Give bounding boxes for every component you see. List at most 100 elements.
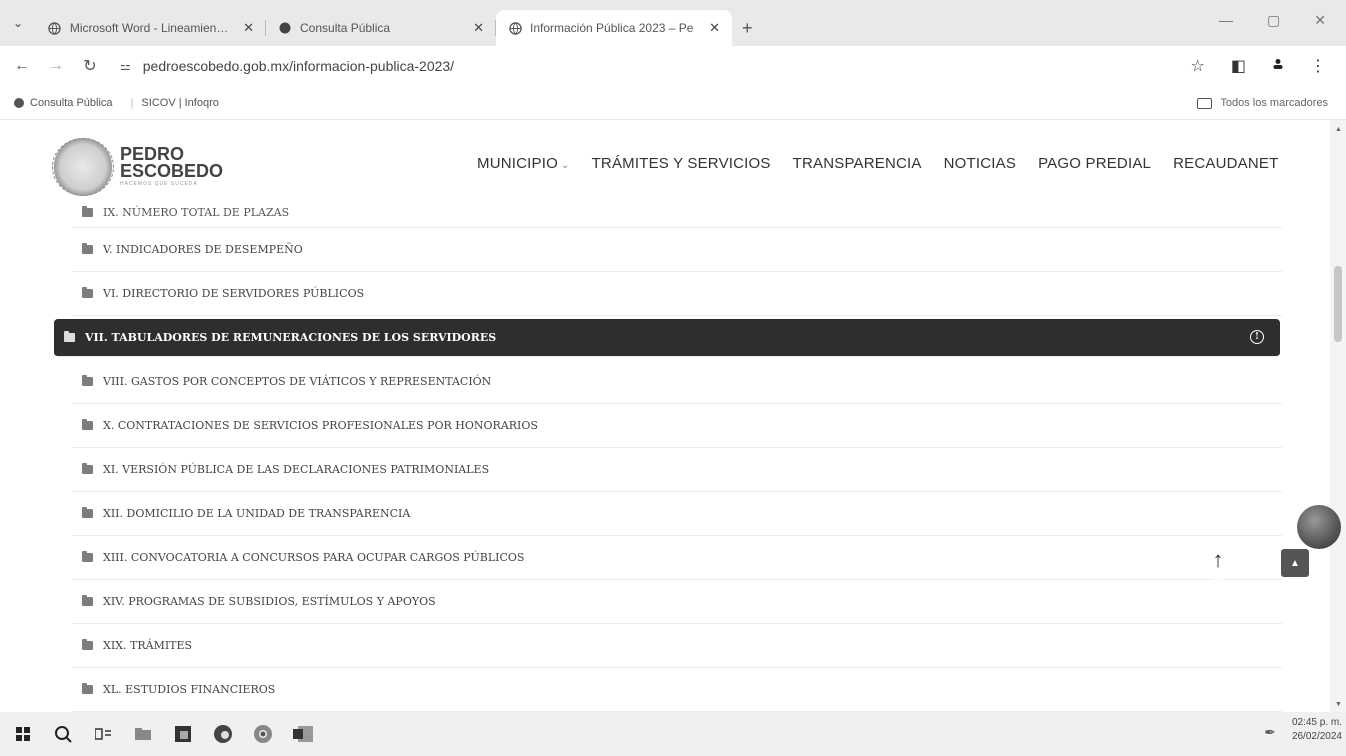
site-dot-icon — [278, 21, 292, 35]
profile-icon[interactable] — [1272, 57, 1284, 75]
municipal-seal-icon — [52, 138, 114, 196]
folder-icon — [82, 243, 93, 254]
toolbar-right: ☆ ◧ ⋮ — [1191, 46, 1326, 86]
bookmark-label: SICOV | Infoqro — [141, 96, 219, 109]
scroll-down-arrow-icon[interactable]: ▼ — [1335, 701, 1342, 708]
browser-tab-1[interactable]: Microsoft Word - Lineamiento_ ✕ — [36, 10, 266, 46]
chat-bubble-button[interactable] — [1297, 505, 1341, 549]
windows-start-icon[interactable] — [6, 712, 40, 756]
scrollbar-thumb[interactable] — [1334, 266, 1342, 342]
all-bookmarks-label: Todos los marcadores — [1220, 97, 1328, 109]
clock-date: 26/02/2024 — [1291, 731, 1342, 742]
browser-tab-2[interactable]: Consulta Pública ✕ — [266, 10, 496, 46]
window-close-icon[interactable]: ✕ — [1314, 12, 1326, 29]
site-dot-icon — [14, 97, 24, 108]
new-tab-plus-icon[interactable]: + — [732, 10, 763, 46]
folder-icon — [82, 375, 93, 386]
pen-tray-icon[interactable]: ✒ — [1264, 724, 1276, 741]
list-item[interactable]: IX. NÚMERO TOTAL DE PLAZAS — [72, 198, 1282, 228]
url-text: pedroescobedo.gob.mx/informacion-publica… — [142, 58, 455, 74]
menu-item-municipio[interactable]: MUNICIPIO ⌄ — [477, 155, 570, 172]
bookmark-label: Consulta Pública — [30, 96, 113, 109]
list-item[interactable]: XII. DOMICILIO DE LA UNIDAD DE TRANSPARE… — [72, 492, 1282, 536]
chevron-down-icon: ⌄ — [560, 159, 570, 171]
list-item-active[interactable]: VII. TABULADORES DE REMUNERACIONES DE LO… — [54, 319, 1280, 357]
minimize-icon[interactable]: — — [1219, 12, 1233, 28]
close-icon[interactable]: ✕ — [473, 20, 484, 36]
list-item[interactable]: V. INDICADORES DE DESEMPEÑO — [72, 228, 1282, 272]
list-item-label: XII. DOMICILIO DE LA UNIDAD DE TRANSPARE… — [103, 507, 411, 520]
folder-icon — [82, 463, 93, 474]
scroll-up-arrow-icon[interactable]: ▲ — [1335, 126, 1342, 133]
logo-tagline: HACEMOS QUE SUCEDA — [120, 181, 198, 187]
menu-item-noticias[interactable]: NOTICIAS — [944, 155, 1016, 172]
browser-tab-3[interactable]: Información Pública 2023 – Pe ✕ — [496, 10, 732, 46]
maximize-icon[interactable]: ▢ — [1267, 12, 1280, 29]
list-item[interactable]: XI. VERSIÓN PÚBLICA DE LAS DECLARACIONES… — [72, 448, 1282, 492]
list-item[interactable]: XIX. TRÁMITES — [72, 624, 1282, 668]
star-bookmark-icon[interactable]: ☆ — [1191, 56, 1205, 76]
menu-item-tramites[interactable]: TRÁMITES Y SERVICIOS — [592, 155, 771, 172]
list-item[interactable]: XIII. CONVOCATORIA A CONCURSOS PARA OCUP… — [72, 536, 1282, 580]
list-item-label: VIII. GASTOS POR CONCEPTOS DE VIÁTICOS Y… — [103, 375, 492, 388]
menu-label: MUNICIPIO — [477, 154, 558, 172]
site-settings-icon[interactable]: ⚍ — [120, 59, 131, 73]
folder-icon — [82, 595, 93, 606]
logo-text: PEDRO ESCOBEDO HACEMOS QUE SUCEDA — [120, 145, 223, 188]
task-view-icon[interactable] — [86, 712, 120, 756]
scroll-to-top-arrow-icon[interactable]: ↑ — [1198, 540, 1238, 580]
folder-icon — [82, 287, 93, 298]
search-icon[interactable] — [46, 712, 80, 756]
list-item[interactable]: X. CONTRATACIONES DE SERVICIOS PROFESION… — [72, 404, 1282, 448]
window-controls: — ▢ ✕ — [1219, 0, 1346, 40]
tab-search-dropdown-icon[interactable]: ⌄ — [0, 0, 36, 46]
forward-arrow-icon[interactable]: → — [44, 57, 68, 75]
folder-icon — [82, 683, 93, 694]
list-item-label: XL. ESTUDIOS FINANCIEROS — [103, 683, 276, 696]
list-item-label: XIX. TRÁMITES — [103, 639, 193, 652]
url-field[interactable]: ⚍ pedroescobedo.gob.mx/informacion-publi… — [120, 58, 454, 74]
edge-browser-icon[interactable] — [206, 712, 240, 756]
bookmarks-bar: Consulta Pública | SICOV | Infoqro Todos… — [0, 86, 1346, 120]
menu-item-transparencia[interactable]: TRANSPARENCIA — [793, 155, 922, 172]
back-arrow-icon[interactable]: ← — [10, 57, 34, 75]
bookmark-consulta-publica[interactable]: Consulta Pública — [14, 97, 113, 109]
all-bookmarks-button[interactable]: Todos los marcadores — [1197, 86, 1328, 120]
side-panel-icon[interactable]: ◧ — [1231, 56, 1246, 76]
menu-item-pago-predial[interactable]: PAGO PREDIAL — [1038, 155, 1151, 172]
folder-icon — [82, 551, 93, 562]
list-item-label: XIII. CONVOCATORIA A CONCURSOS PARA OCUP… — [103, 551, 525, 564]
word-app-icon[interactable] — [286, 712, 320, 756]
kebab-menu-icon[interactable]: ⋮ — [1310, 56, 1326, 76]
list-item[interactable]: VI. DIRECTORIO DE SERVIDORES PÚBLICOS — [72, 272, 1282, 316]
close-icon[interactable]: ✕ — [709, 20, 720, 36]
list-item[interactable]: XIV. PROGRAMAS DE SUBSIDIOS, ESTÍMULOS Y… — [72, 580, 1282, 624]
bookmark-sicov[interactable]: SICOV | Infoqro — [141, 97, 218, 109]
chrome-browser-icon[interactable] — [246, 712, 280, 756]
page-viewport: PEDRO ESCOBEDO HACEMOS QUE SUCEDA MUNICI… — [0, 120, 1330, 712]
info-icon[interactable]: ! — [1250, 330, 1264, 344]
site-logo[interactable]: PEDRO ESCOBEDO HACEMOS QUE SUCEDA — [52, 138, 223, 196]
list-item[interactable]: VIII. GASTOS POR CONCEPTOS DE VIÁTICOS Y… — [72, 360, 1282, 404]
close-icon[interactable]: ✕ — [243, 20, 254, 36]
browser-tab-1-title: Microsoft Word - Lineamiento_ — [69, 21, 232, 35]
back-to-top-button[interactable]: ▲ — [1281, 549, 1309, 577]
folder-icon — [1197, 97, 1213, 109]
file-explorer-icon[interactable] — [126, 712, 160, 756]
reload-icon[interactable]: ↻ — [78, 56, 102, 76]
menu-item-recaudanet[interactable]: RECAUDANET — [1173, 155, 1278, 172]
site-header: PEDRO ESCOBEDO HACEMOS QUE SUCEDA MUNICI… — [0, 120, 1330, 206]
list-item[interactable]: XL. ESTUDIOS FINANCIEROS — [72, 668, 1282, 712]
page-scrollbar[interactable]: ▲ ▼ — [1330, 120, 1346, 712]
browser-tab-2-title: Consulta Pública — [300, 21, 391, 35]
list-item-label: X. CONTRATACIONES DE SERVICIOS PROFESION… — [103, 419, 538, 432]
app-icon[interactable] — [166, 712, 200, 756]
windows-taskbar: ✒ 02:45 p. m. 26/02/2024 — [0, 712, 1346, 756]
clock-time: 02:45 p. m. — [1291, 717, 1342, 728]
transparency-folder-list: IX. NÚMERO TOTAL DE PLAZAS V. INDICADORE… — [54, 198, 1282, 712]
bookmark-separator: | — [130, 96, 134, 109]
globe-icon — [48, 21, 62, 35]
taskbar-clock[interactable]: 02:45 p. m. 26/02/2024 — [1292, 716, 1342, 744]
folder-icon — [82, 206, 93, 217]
list-item-label: VII. TABULADORES DE REMUNERACIONES DE LO… — [85, 331, 497, 344]
